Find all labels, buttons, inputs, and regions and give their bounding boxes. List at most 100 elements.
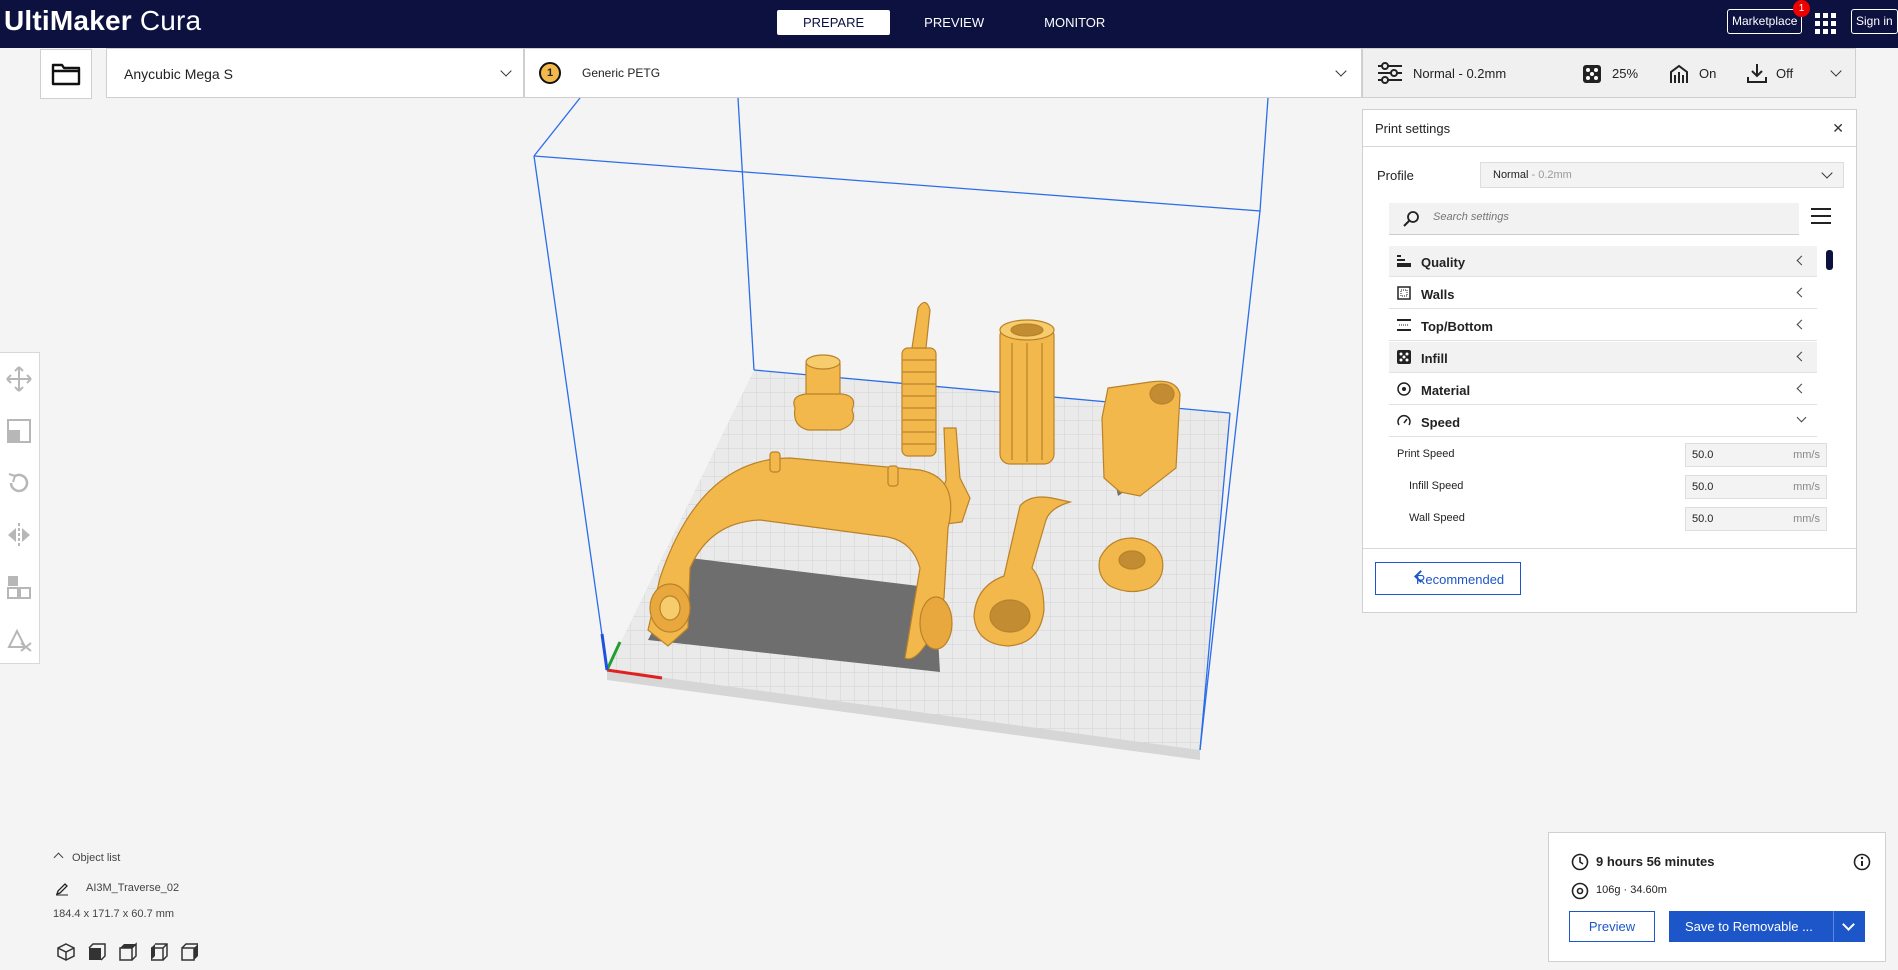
scrollbar[interactable] bbox=[1826, 250, 1833, 270]
clock-icon bbox=[1571, 853, 1589, 871]
print-speed-input[interactable]: 50.0 mm/s bbox=[1685, 443, 1827, 467]
chevron-left-icon bbox=[1796, 319, 1807, 330]
setting-wall-speed: Wall Speed 50.0 mm/s bbox=[1389, 504, 1827, 536]
category-quality[interactable]: Quality bbox=[1389, 246, 1817, 277]
category-material[interactable]: Material bbox=[1389, 374, 1817, 405]
pencil-icon bbox=[55, 883, 68, 896]
printer-selector[interactable]: Anycubic Mega S bbox=[106, 48, 524, 98]
setting-value: 50.0 bbox=[1692, 481, 1714, 493]
top-bottom-icon bbox=[1397, 319, 1411, 331]
extruder-number: 1 bbox=[546, 67, 554, 79]
tab-preview[interactable]: PREVIEW bbox=[898, 10, 1010, 35]
extruder-badge: 1 bbox=[539, 62, 561, 84]
chevron-left-icon bbox=[1796, 255, 1807, 266]
category-walls[interactable]: Walls bbox=[1389, 278, 1817, 309]
category-label: Quality bbox=[1421, 255, 1466, 270]
tab-monitor[interactable]: MONITOR bbox=[1018, 10, 1131, 35]
print-settings-summary[interactable]: Normal - 0.2mm 25% On Off bbox=[1362, 48, 1856, 98]
category-label: Walls bbox=[1421, 287, 1455, 302]
save-label: Save to Removable ... bbox=[1685, 919, 1813, 934]
right-view-icon[interactable] bbox=[180, 942, 200, 962]
info-icon[interactable] bbox=[1853, 853, 1871, 871]
object-dimensions: 184.4 x 171.7 x 60.7 mm bbox=[53, 908, 175, 920]
search-settings bbox=[1389, 203, 1799, 235]
setting-label: Print Speed bbox=[1397, 448, 1455, 460]
search-input[interactable] bbox=[1433, 211, 1773, 223]
chevron-down-icon bbox=[1830, 65, 1842, 77]
logo-light: Cura bbox=[139, 5, 202, 36]
recommended-label: Recommended bbox=[1416, 572, 1505, 587]
marketplace-button[interactable]: Marketplace bbox=[1727, 9, 1803, 34]
mirror-tool-icon[interactable] bbox=[5, 521, 33, 549]
top-view-icon[interactable] bbox=[118, 942, 138, 962]
setting-value: 50.0 bbox=[1692, 513, 1714, 525]
object-list-toggle[interactable]: Object list bbox=[50, 852, 120, 864]
infill-icon bbox=[1583, 65, 1601, 83]
left-view-icon[interactable] bbox=[149, 942, 169, 962]
support-value: On bbox=[1699, 66, 1717, 81]
move-tool-icon[interactable] bbox=[5, 365, 33, 393]
apps-grid-icon[interactable] bbox=[1815, 13, 1836, 34]
category-label: Infill bbox=[1421, 351, 1448, 366]
material-icon bbox=[1397, 382, 1411, 396]
setting-value: 50.0 bbox=[1692, 449, 1714, 461]
infill-speed-input[interactable]: 50.0 mm/s bbox=[1685, 475, 1827, 499]
panel-title: Print settings bbox=[1375, 121, 1451, 136]
category-top-bottom[interactable]: Top/Bottom bbox=[1389, 310, 1817, 341]
object-list-title: Object list bbox=[72, 852, 121, 864]
category-infill[interactable]: Infill bbox=[1389, 342, 1817, 373]
divider bbox=[1363, 146, 1856, 147]
material-selector[interactable]: 1 Generic PETG bbox=[524, 48, 1362, 98]
adhesion-value: Off bbox=[1776, 66, 1794, 81]
support-icon bbox=[1670, 64, 1688, 83]
tab-prepare[interactable]: PREPARE bbox=[777, 10, 891, 35]
material-usage: 106g · 34.60m bbox=[1596, 884, 1667, 896]
setting-print-speed: Print Speed 50.0 mm/s bbox=[1389, 440, 1827, 472]
3d-view-icon[interactable] bbox=[56, 942, 76, 962]
chevron-down-icon bbox=[1335, 65, 1347, 77]
app-header: UltiMaker Cura PREPARE PREVIEW MONITOR M… bbox=[0, 0, 1898, 48]
wall-speed-input[interactable]: 50.0 mm/s bbox=[1685, 507, 1827, 531]
chevron-left-icon bbox=[1796, 383, 1807, 394]
setting-label: Infill Speed bbox=[1409, 480, 1464, 492]
view-buttons bbox=[56, 942, 200, 962]
sign-in-button[interactable]: Sign in bbox=[1851, 9, 1898, 34]
per-model-settings-icon[interactable] bbox=[5, 573, 33, 601]
category-label: Speed bbox=[1421, 415, 1461, 430]
folder-icon bbox=[51, 63, 81, 86]
open-file-button[interactable] bbox=[40, 49, 92, 99]
category-speed[interactable]: Speed bbox=[1389, 406, 1817, 437]
material-name: Generic PETG bbox=[582, 66, 661, 80]
profile-dropdown[interactable]: Normal - 0.2mm bbox=[1480, 162, 1844, 188]
save-to-removable-button[interactable]: Save to Removable ... bbox=[1669, 911, 1865, 942]
scale-tool-icon[interactable] bbox=[5, 417, 33, 445]
rotate-tool-icon[interactable] bbox=[5, 469, 33, 497]
chevron-down-icon bbox=[1796, 412, 1807, 423]
chevron-down-icon[interactable] bbox=[1842, 918, 1855, 931]
support-blocker-icon[interactable] bbox=[5, 625, 33, 653]
category-label: Material bbox=[1421, 383, 1471, 398]
object-entry[interactable]: AI3M_Traverse_02 bbox=[50, 882, 179, 896]
profile-name: Normal bbox=[1493, 169, 1529, 181]
chevron-left-icon bbox=[1796, 287, 1807, 298]
profile-summary: Normal - 0.2mm bbox=[1413, 66, 1507, 81]
setting-unit: mm/s bbox=[1793, 481, 1820, 493]
recommended-button[interactable]: Recommended bbox=[1375, 562, 1521, 595]
preview-button[interactable]: Preview bbox=[1569, 911, 1655, 942]
chevron-down-icon bbox=[500, 65, 512, 77]
adhesion-icon bbox=[1747, 64, 1767, 83]
print-time: 9 hours 56 minutes bbox=[1596, 854, 1715, 869]
infill-value: 25% bbox=[1612, 66, 1639, 81]
speed-icon bbox=[1397, 415, 1411, 426]
marketplace-badge: 1 bbox=[1793, 0, 1810, 17]
print-settings-panel: Print settings ✕ Profile Normal - 0.2mm … bbox=[1362, 109, 1857, 613]
front-view-icon[interactable] bbox=[87, 942, 107, 962]
stage-tabs: PREPARE PREVIEW MONITOR bbox=[777, 10, 1131, 35]
hamburger-menu-icon[interactable] bbox=[1811, 208, 1831, 226]
category-label: Top/Bottom bbox=[1421, 319, 1493, 334]
close-icon[interactable]: ✕ bbox=[1832, 120, 1844, 137]
quality-icon bbox=[1397, 255, 1411, 267]
chevron-down-icon bbox=[1821, 167, 1833, 179]
search-icon bbox=[1403, 211, 1419, 227]
setting-unit: mm/s bbox=[1793, 449, 1820, 461]
